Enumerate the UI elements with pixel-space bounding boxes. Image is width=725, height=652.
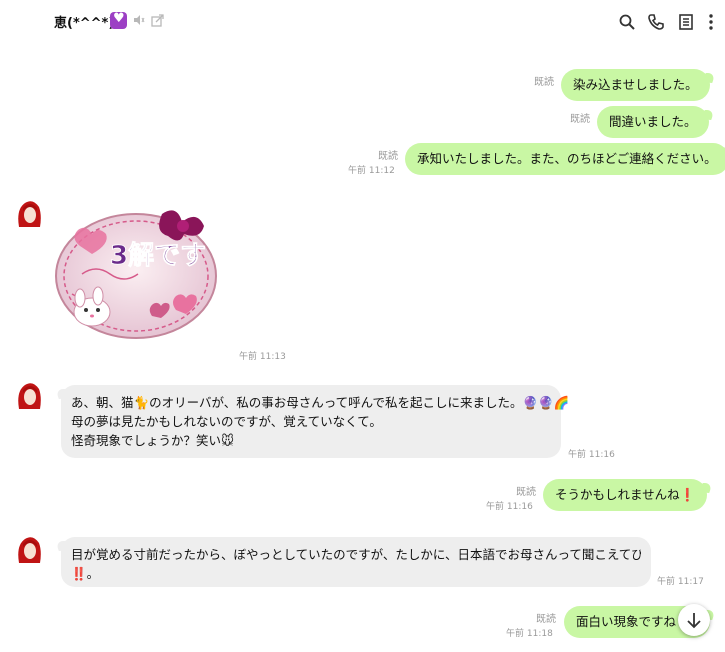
message-bubble-outgoing[interactable]: 染み込ませしました。 bbox=[561, 69, 710, 101]
chat-header: 恵(*^^*) bbox=[0, 0, 725, 44]
search-icon[interactable] bbox=[618, 13, 636, 31]
mute-icon[interactable] bbox=[133, 14, 145, 26]
read-receipt: 既読 bbox=[534, 77, 554, 88]
message-text: 染み込ませしました。 bbox=[573, 77, 698, 92]
message-text-line: 怪奇現象でしょうか？笑い🐭 bbox=[71, 433, 235, 448]
message-text: 間違いました。 bbox=[609, 114, 697, 129]
heart-badge-icon bbox=[110, 11, 127, 29]
avatar[interactable] bbox=[15, 535, 43, 565]
phone-icon[interactable] bbox=[647, 13, 665, 31]
arrow-down-icon bbox=[687, 613, 701, 629]
read-receipt: 既読 bbox=[536, 614, 556, 625]
message-text-line: 目が覚める寸前だったから、ぼやっとしていたのですが、たしかに、日本語でお母さんっ… bbox=[71, 547, 641, 562]
timestamp: 午前 11:16 bbox=[486, 502, 533, 512]
timestamp: 午前 11:16 bbox=[568, 450, 615, 460]
message-bubble-incoming[interactable]: 目が覚める寸前だったから、ぼやっとしていたのですが、たしかに、日本語でお母さんっ… bbox=[61, 537, 651, 587]
timestamp: 午前 11:13 bbox=[239, 352, 286, 362]
more-icon[interactable] bbox=[702, 13, 720, 31]
message-bubble-outgoing[interactable]: 間違いました。 bbox=[597, 106, 709, 138]
avatar[interactable] bbox=[15, 199, 43, 229]
timestamp: 午前 11:18 bbox=[506, 629, 553, 639]
read-receipt: 既読 bbox=[378, 151, 398, 162]
sticker-text: 3解です bbox=[110, 241, 206, 271]
notes-icon[interactable] bbox=[677, 13, 695, 31]
timestamp: 午前 11:17 bbox=[657, 577, 704, 587]
message-text-line: 母の夢は見たかもしれないのですが、覚えていなくて。 bbox=[71, 414, 382, 429]
scroll-to-bottom-button[interactable] bbox=[678, 604, 710, 636]
external-window-icon[interactable] bbox=[151, 14, 164, 27]
sticker-image[interactable]: 3解です bbox=[52, 204, 222, 344]
message-bubble-outgoing[interactable]: 承知いたしました。また、のちほどご連絡ください。 bbox=[405, 143, 725, 175]
message-bubble-incoming[interactable]: あ、朝、猫🐈のオリーバが、私の事お母さんって呼んで私を起こしに来ました。🔮🔮🌈 … bbox=[61, 385, 570, 458]
message-text-line: ‼️。 bbox=[71, 566, 100, 581]
message-bubble-outgoing[interactable]: そうかもしれませんね❗ bbox=[543, 479, 708, 511]
chat-title[interactable]: 恵(*^^*) bbox=[54, 12, 114, 31]
read-receipt: 既読 bbox=[570, 114, 590, 125]
avatar[interactable] bbox=[15, 381, 43, 411]
message-text-line: あ、朝、猫🐈のオリーバが、私の事お母さんって呼んで私を起こしに来ました。🔮🔮🌈 bbox=[71, 395, 570, 410]
read-receipt: 既読 bbox=[516, 487, 536, 498]
timestamp: 午前 11:12 bbox=[348, 166, 395, 176]
message-text: 面白い現象ですね bbox=[576, 614, 677, 629]
message-text: 承知いたしました。また、のちほどご連絡ください。 bbox=[417, 151, 717, 166]
message-text: そうかもしれませんね❗ bbox=[555, 487, 696, 502]
